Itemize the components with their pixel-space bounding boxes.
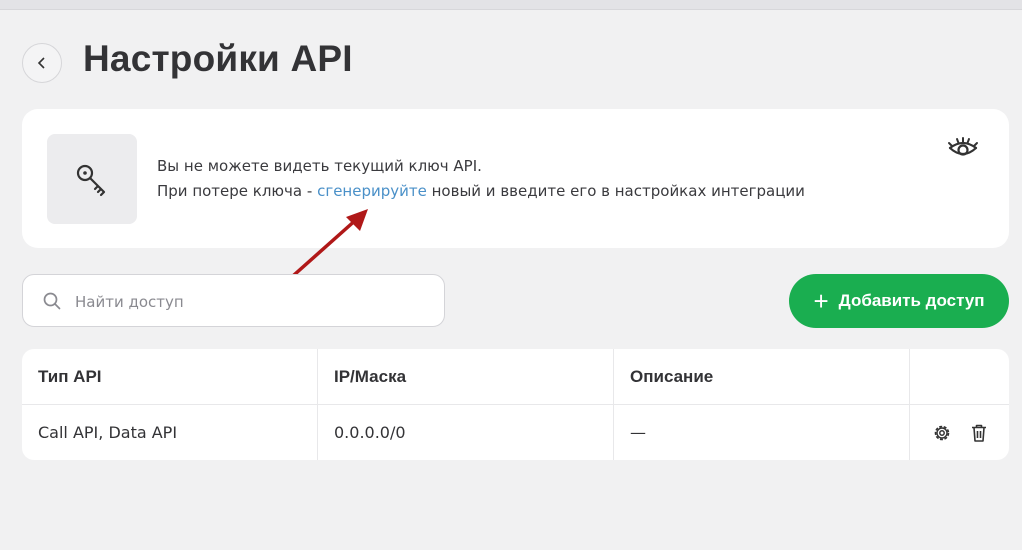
cell-ip-mask: 0.0.0.0/0 — [318, 405, 614, 460]
page-title: Настройки API — [83, 38, 353, 79]
column-header-api-type: Тип API — [22, 349, 318, 404]
key-icon-box — [47, 134, 137, 224]
cell-api-type: Call API, Data API — [22, 405, 318, 460]
info-line-1: Вы не можете видеть текущий ключ API. — [157, 157, 482, 175]
column-header-ip-mask: IP/Маска — [318, 349, 614, 404]
info-line-2-suffix: новый и введите его в настройках интегра… — [426, 182, 805, 200]
column-header-actions — [910, 349, 1009, 404]
info-line-2-prefix: При потере ключа - — [157, 182, 318, 200]
chevron-left-icon — [37, 57, 45, 69]
gear-icon — [934, 425, 949, 440]
column-header-description: Описание — [614, 349, 910, 404]
back-button[interactable] — [22, 43, 62, 83]
browser-top-bar — [0, 0, 1022, 10]
trash-icon — [971, 424, 986, 442]
cell-actions — [910, 405, 1009, 460]
generate-key-link[interactable]: сгенерируйте — [317, 182, 427, 200]
eye-closed-icon — [948, 137, 978, 156]
key-icon — [76, 164, 106, 197]
table-header-row: Тип API IP/Маска Описание — [22, 349, 1009, 404]
info-line-2: При потере ключа - сгенерируйте новый и … — [157, 179, 805, 204]
settings-button[interactable] — [932, 423, 952, 443]
api-key-info-card: Вы не можете видеть текущий ключ API. Пр… — [22, 109, 1009, 248]
delete-button[interactable] — [970, 423, 988, 443]
search-input[interactable] — [73, 287, 427, 317]
api-key-info-text: Вы не можете видеть текущий ключ API. Пр… — [157, 154, 805, 204]
search-field[interactable] — [22, 274, 445, 327]
access-table: Тип API IP/Маска Описание Call API, Data… — [22, 349, 1009, 460]
add-access-label: Добавить доступ — [838, 291, 985, 310]
plus-icon: + — [813, 286, 829, 316]
toggle-key-visibility-button[interactable] — [946, 136, 980, 164]
search-icon — [43, 292, 61, 310]
add-access-button[interactable]: + Добавить доступ — [789, 274, 1009, 328]
cell-description: — — [614, 405, 910, 460]
table-row: Call API, Data API 0.0.0.0/0 — — [22, 405, 1009, 460]
